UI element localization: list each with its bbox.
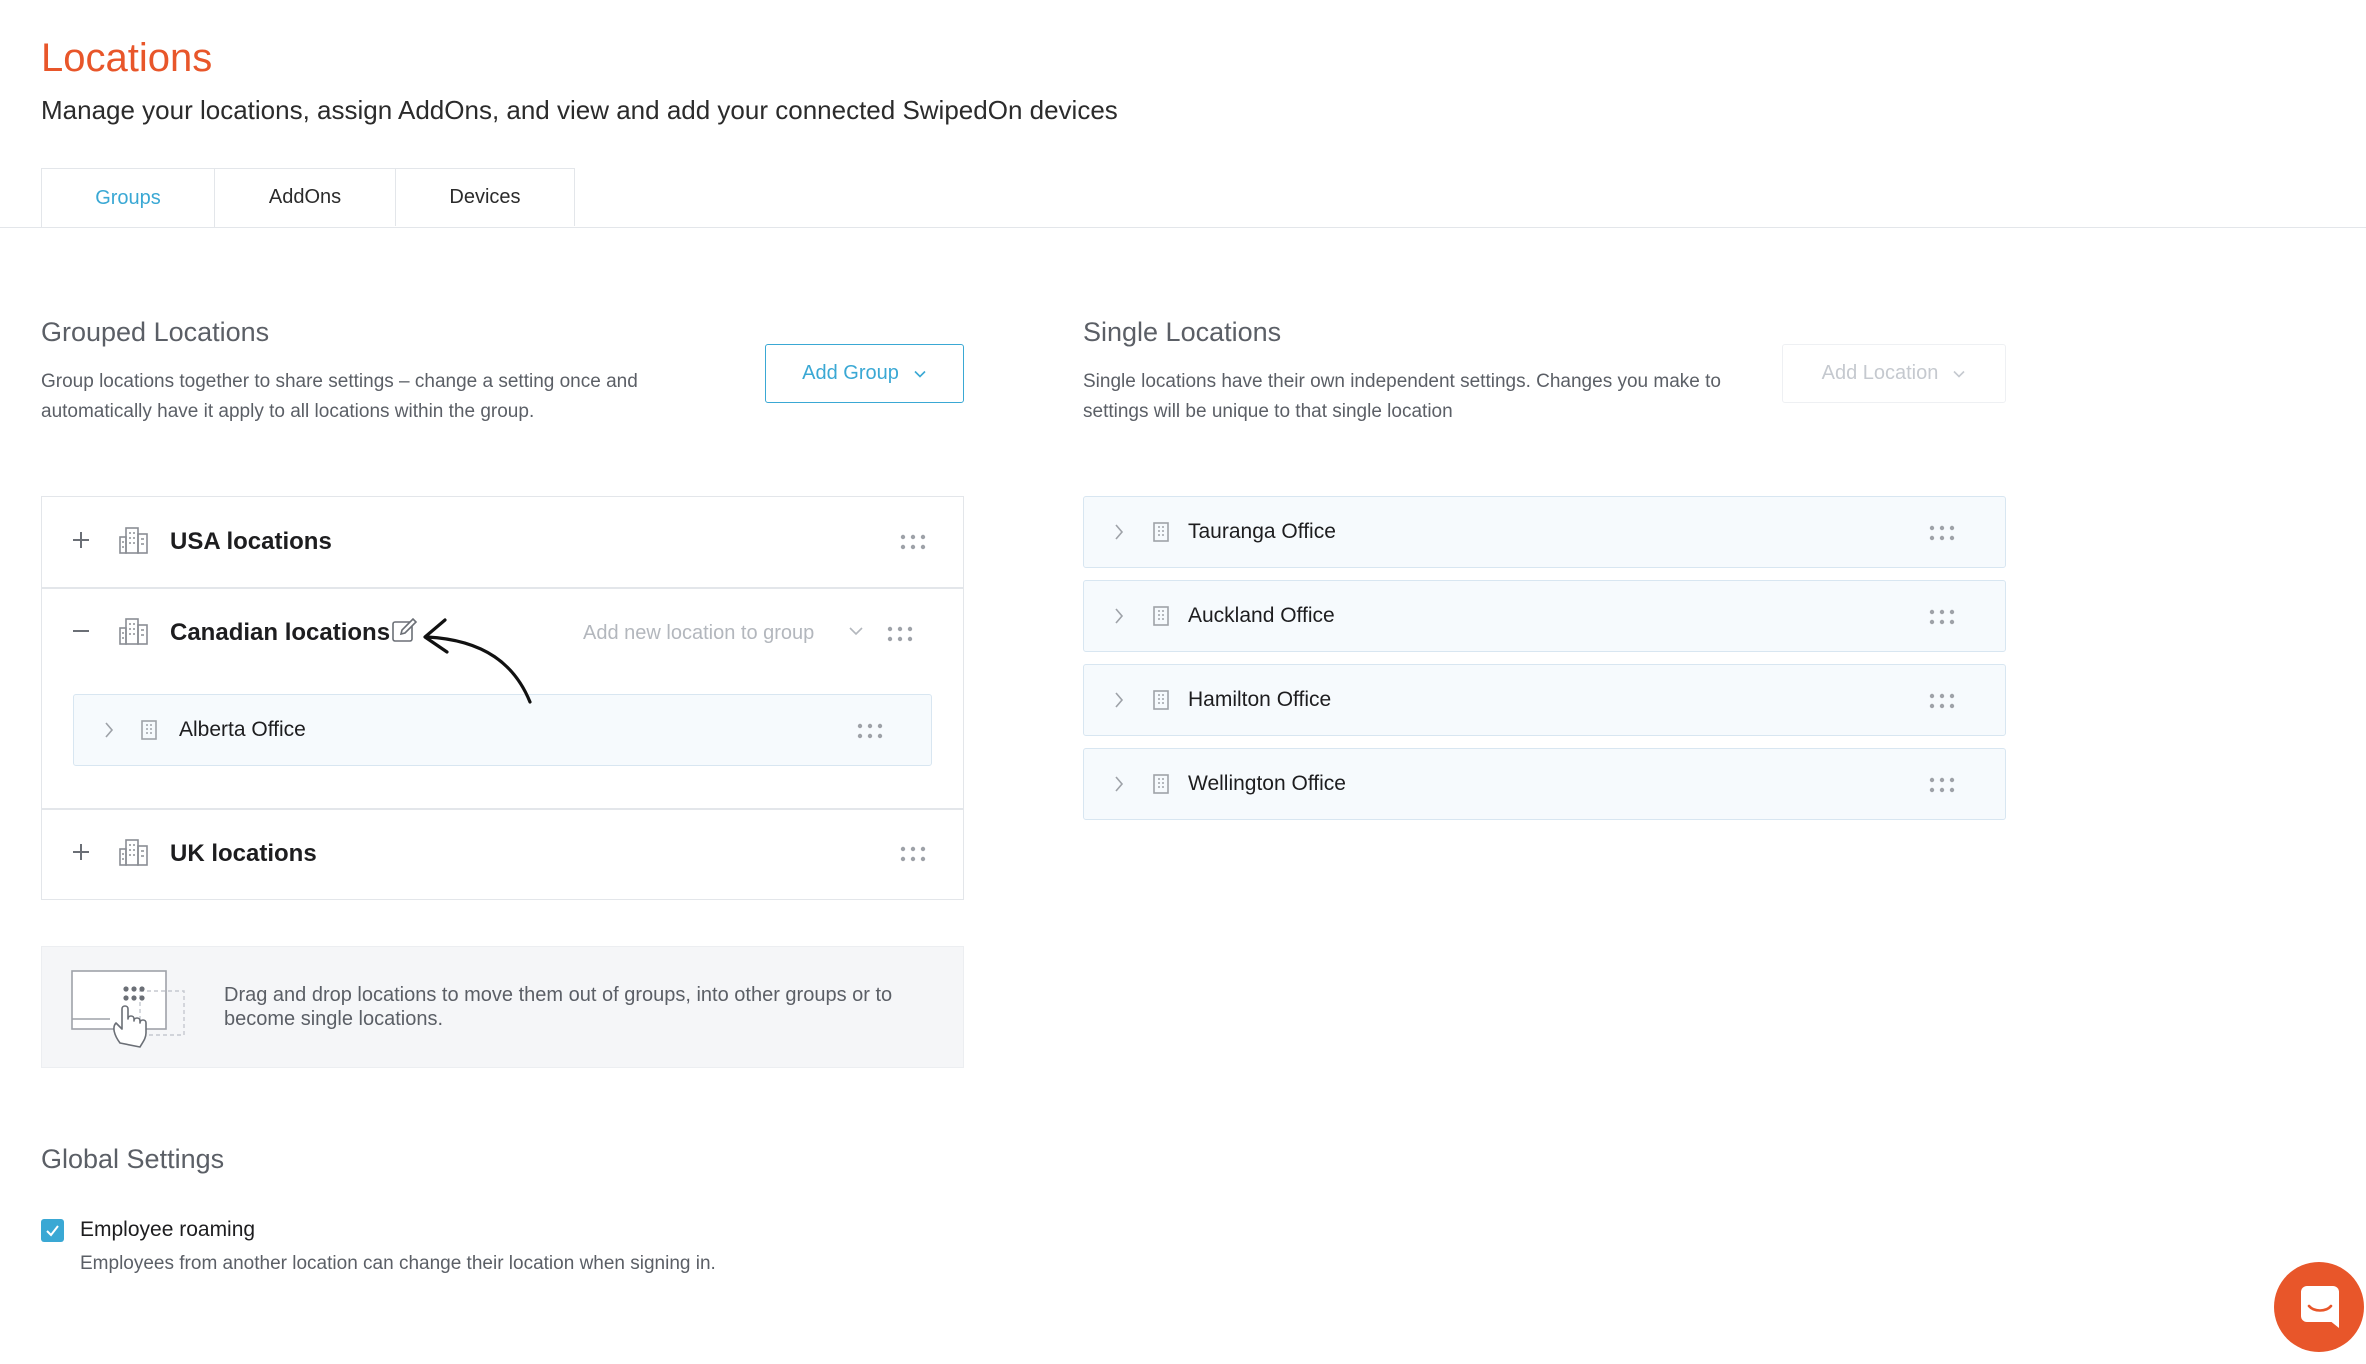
employee-roaming-checkbox[interactable] [41, 1219, 64, 1242]
chevron-right-icon[interactable] [1112, 605, 1126, 627]
location-name: Tauranga Office [1188, 520, 1336, 543]
chevron-down-icon [1953, 370, 1965, 378]
location-name: Hamilton Office [1188, 688, 1332, 711]
tab-bar: Groups AddOns Devices [41, 168, 575, 228]
chevron-down-icon [914, 370, 926, 378]
chevron-right-icon[interactable] [1112, 521, 1126, 543]
drag-drop-hint-text: Drag and drop locations to move them out… [224, 984, 893, 1030]
add-location-label: Add Location [1821, 362, 1939, 384]
building-icon [1153, 522, 1169, 542]
global-settings-title: Global Settings [41, 1144, 225, 1174]
drag-handle-icon[interactable] [1929, 777, 1955, 793]
employee-roaming-description: Employees from another location can chan… [80, 1253, 716, 1274]
single-description-line-1: Single locations have their own independ… [1083, 371, 1721, 392]
drag-handle-icon[interactable] [1929, 609, 1955, 625]
building-icon [1153, 774, 1169, 794]
buildings-icon [119, 839, 148, 866]
single-location-list: Tauranga Office Auckland Office Hamilton… [1083, 496, 2006, 822]
group-name: UK locations [170, 840, 317, 867]
add-location-button[interactable]: Add Location [1782, 344, 2006, 403]
add-location-to-group-dropdown[interactable]: Add new location to group [583, 619, 814, 647]
location-item-tauranga[interactable]: Tauranga Office [1083, 496, 2006, 568]
group-name: USA locations [170, 528, 332, 555]
buildings-icon [119, 618, 148, 645]
single-locations-title: Single Locations [1083, 317, 1282, 347]
building-icon [1153, 690, 1169, 710]
drag-handle-icon[interactable] [900, 846, 926, 862]
add-group-button[interactable]: Add Group [765, 344, 964, 403]
grouped-description-line-2: automatically have it apply to all locat… [41, 401, 535, 422]
location-item-hamilton[interactable]: Hamilton Office [1083, 664, 2006, 736]
chat-icon [2301, 1286, 2339, 1328]
grouped-locations-description: Group locations together to share settin… [41, 367, 638, 427]
chevron-right-icon[interactable] [1112, 773, 1126, 795]
plus-icon[interactable] [70, 529, 92, 551]
location-item-wellington[interactable]: Wellington Office [1083, 748, 2006, 820]
location-name: Alberta Office [179, 718, 306, 741]
grouped-description-line-1: Group locations together to share settin… [41, 371, 638, 392]
chevron-down-icon[interactable] [848, 624, 864, 638]
page-subtitle: Manage your locations, assign AddOns, an… [41, 95, 1118, 125]
single-locations-description: Single locations have their own independ… [1083, 367, 1721, 427]
tab-groups[interactable]: Groups [41, 168, 215, 228]
building-icon [141, 720, 157, 740]
chevron-right-icon[interactable] [102, 719, 116, 741]
single-description-line-2: settings will be unique to that single l… [1083, 401, 1453, 422]
chevron-right-icon[interactable] [1112, 689, 1126, 711]
building-icon [1153, 606, 1169, 626]
drag-handle-icon[interactable] [887, 626, 913, 642]
drag-drop-hint: Drag and drop locations to move them out… [41, 946, 964, 1068]
tab-devices[interactable]: Devices [395, 168, 575, 226]
drag-handle-icon[interactable] [1929, 693, 1955, 709]
chat-launcher-button[interactable] [2274, 1262, 2364, 1352]
drag-handle-icon[interactable] [900, 534, 926, 550]
checkmark-icon [46, 1225, 59, 1237]
page-title: Locations [41, 36, 213, 80]
plus-icon[interactable] [70, 841, 92, 863]
group-name: Canadian locations [170, 619, 391, 646]
buildings-icon [119, 527, 148, 554]
group-row-uk[interactable]: UK locations [42, 809, 963, 899]
tab-addons[interactable]: AddOns [214, 168, 396, 226]
grouped-locations-title: Grouped Locations [41, 317, 270, 347]
add-group-label: Add Group [802, 362, 899, 384]
drag-handle-icon[interactable] [1929, 525, 1955, 541]
annotation-arrow-icon [423, 618, 532, 704]
drag-handle-icon[interactable] [857, 723, 883, 739]
minus-icon[interactable] [70, 620, 92, 642]
tab-divider [0, 227, 2366, 228]
location-item-auckland[interactable]: Auckland Office [1083, 580, 2006, 652]
location-name: Wellington Office [1188, 772, 1346, 795]
employee-roaming-label[interactable]: Employee roaming [80, 1216, 255, 1244]
group-row-usa[interactable]: USA locations [42, 497, 963, 587]
drag-and-drop-illustration-icon [71, 970, 185, 1048]
location-name: Auckland Office [1188, 604, 1335, 627]
